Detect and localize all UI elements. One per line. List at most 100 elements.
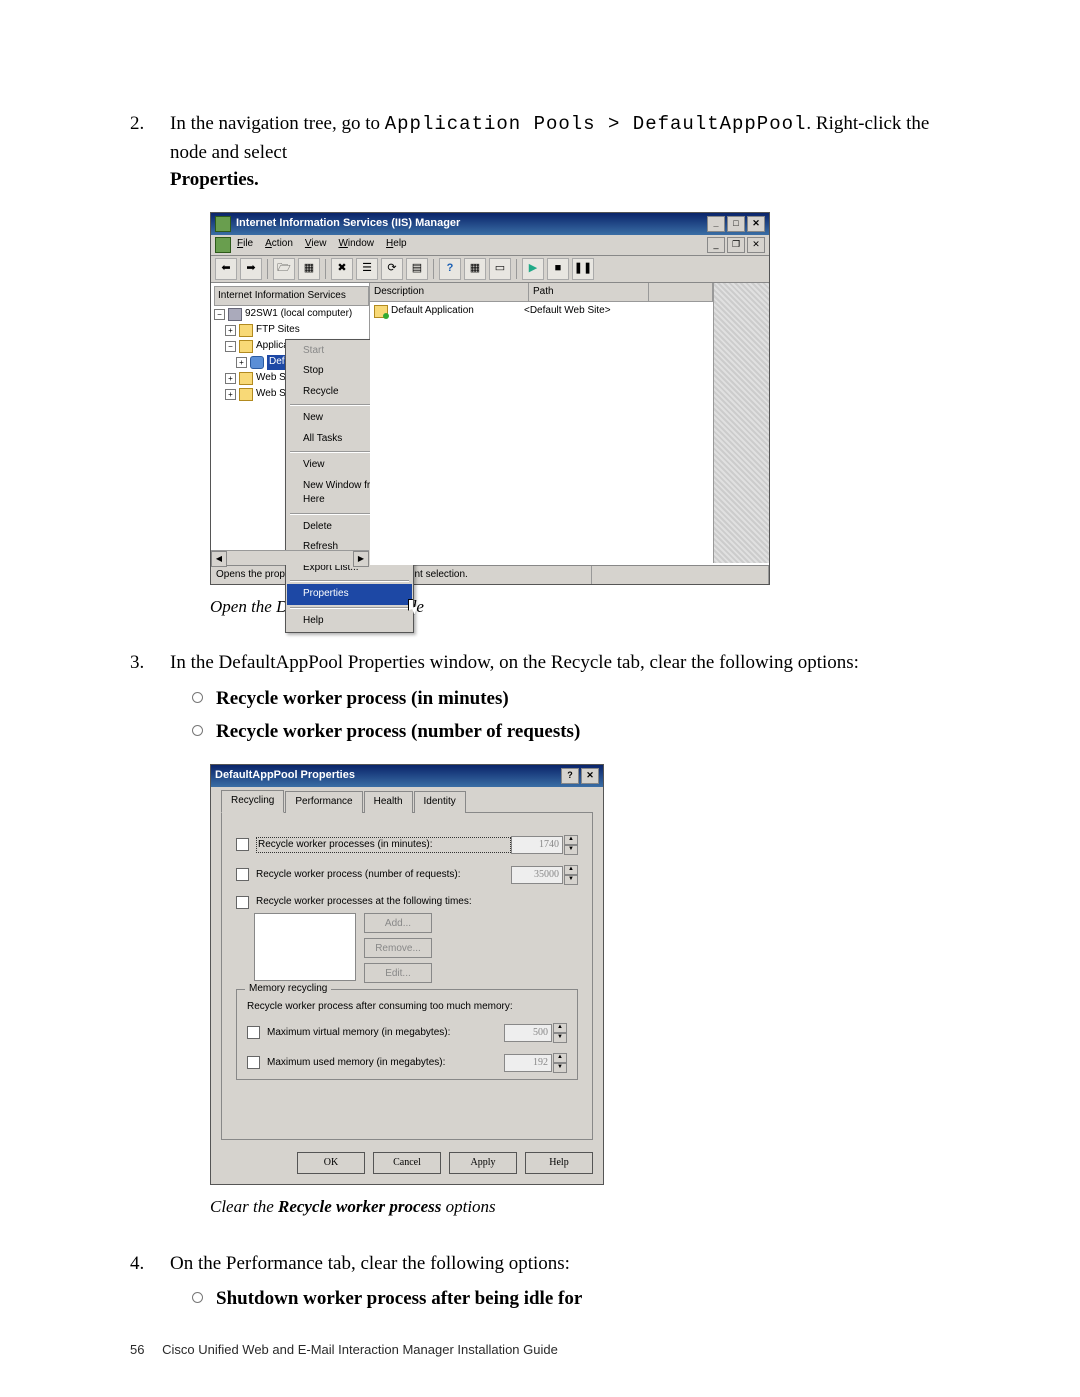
twisty-icon[interactable]: −: [225, 341, 236, 352]
step-2-bold: Properties.: [170, 169, 259, 190]
pool-icon: [250, 356, 264, 369]
forward-button[interactable]: ➡: [240, 258, 262, 280]
tab-identity[interactable]: Identity: [414, 791, 466, 813]
menu-file[interactable]: File: [237, 237, 253, 252]
tree-hscroll[interactable]: ◀▶: [211, 550, 369, 565]
spin-buttons[interactable]: ▲▼: [564, 835, 578, 855]
minimize-button[interactable]: _: [707, 216, 725, 232]
server-icon: [228, 308, 242, 321]
toolbar: ⬅ ➡ 🗁 ▦ ✖ ☰ ⟳ ▤ ? ▦ ▭ ▶ ■ ❚❚: [211, 256, 769, 283]
node-server[interactable]: 92SW1 (local computer): [245, 307, 352, 322]
col-path[interactable]: Path: [529, 283, 649, 302]
chk-recycle-minutes[interactable]: [236, 838, 249, 851]
caption-2: Clear the Recycle worker process options: [210, 1195, 950, 1220]
step-3-bullet-2: Recycle worker process (number of reques…: [216, 721, 580, 742]
folder-icon: [239, 324, 253, 337]
spin-buttons[interactable]: ▲▼: [553, 1053, 567, 1073]
iis-manager-window: Internet Information Services (IIS) Mana…: [210, 212, 770, 585]
memory-fieldset: Memory recycling Recycle worker process …: [236, 989, 578, 1080]
twisty-icon[interactable]: +: [225, 325, 236, 336]
step-4-text: On the Performance tab, clear the follow…: [170, 1253, 570, 1274]
tab-page: Recycle worker processes (in minutes): ▲…: [221, 812, 593, 1140]
help-button[interactable]: ?: [439, 258, 461, 280]
add-button: Add...: [364, 913, 432, 933]
step-2-path: Application Pools > DefaultAppPool: [385, 113, 807, 135]
chk-max-virtual[interactable]: [247, 1026, 260, 1039]
lbl-recycle-requests: Recycle worker process (number of reques…: [256, 868, 511, 883]
maximize-button[interactable]: □: [727, 216, 745, 232]
pause-button[interactable]: ❚❚: [572, 258, 594, 280]
folder-icon: [239, 388, 253, 401]
show-hide-button[interactable]: ▦: [298, 258, 320, 280]
stop-button[interactable]: ■: [547, 258, 569, 280]
iis-title: Internet Information Services (IIS) Mana…: [236, 216, 460, 232]
spin-buttons[interactable]: ▲▼: [564, 865, 578, 885]
lbl-max-virtual: Maximum virtual memory (in megabytes):: [267, 1026, 504, 1041]
lbl-max-used: Maximum used memory (in megabytes):: [267, 1056, 504, 1071]
list-row[interactable]: Default Application <Default Web Site>: [370, 302, 713, 321]
twisty-icon[interactable]: +: [225, 389, 236, 400]
settings-button[interactable]: ▭: [489, 258, 511, 280]
spin-max-used[interactable]: [504, 1054, 552, 1072]
back-button[interactable]: ⬅: [215, 258, 237, 280]
step-4-bullet-1: Shutdown worker process after being idle…: [216, 1288, 582, 1309]
ctx-help[interactable]: Help: [287, 611, 412, 632]
node-websites[interactable]: Web Si: [256, 371, 288, 386]
iis-titlebar: Internet Information Services (IIS) Mana…: [211, 213, 769, 235]
step-4: 4. On the Performance tab, clear the fol…: [130, 1250, 950, 1313]
cancel-button[interactable]: Cancel: [373, 1152, 441, 1174]
menu-help[interactable]: Help: [386, 237, 407, 252]
spin-recycle-minutes[interactable]: [511, 836, 563, 854]
memory-legend: Memory recycling: [245, 982, 331, 997]
menu-action[interactable]: Action: [265, 237, 293, 252]
resize-grip[interactable]: [713, 283, 769, 563]
chk-recycle-times[interactable]: [236, 896, 249, 909]
step-3-text: In the DefaultAppPool Properties window,…: [170, 652, 859, 673]
refresh-button[interactable]: ⟳: [381, 258, 403, 280]
dlg-close-button[interactable]: ✕: [581, 768, 599, 784]
tab-health[interactable]: Health: [364, 791, 413, 813]
menu-window[interactable]: Window: [338, 237, 374, 252]
spin-recycle-requests[interactable]: [511, 866, 563, 884]
mdi-icon: [215, 237, 231, 253]
properties-button[interactable]: ☰: [356, 258, 378, 280]
remove-button: Remove...: [364, 938, 432, 958]
chk-recycle-requests[interactable]: [236, 868, 249, 881]
tab-performance[interactable]: Performance: [285, 791, 362, 813]
twisty-icon[interactable]: +: [225, 373, 236, 384]
twisty-icon[interactable]: −: [214, 309, 225, 320]
col-description[interactable]: Description: [370, 283, 529, 302]
twisty-icon[interactable]: +: [236, 357, 247, 368]
dlg-help-button[interactable]: ?: [561, 768, 579, 784]
list-pane: Description Path Default Application <De…: [370, 283, 713, 565]
step-3-bullet-1: Recycle worker process (in minutes): [216, 688, 509, 709]
mdi-restore[interactable]: ❐: [727, 237, 745, 253]
mdi-close[interactable]: ✕: [747, 237, 765, 253]
tab-recycling[interactable]: Recycling: [221, 790, 284, 813]
iis-app-icon: [215, 216, 231, 232]
ctx-properties[interactable]: Properties: [287, 584, 412, 605]
step-2-pre: In the navigation tree, go to: [170, 113, 385, 134]
spin-max-virtual[interactable]: [504, 1024, 552, 1042]
close-button[interactable]: ✕: [747, 216, 765, 232]
play-button[interactable]: ▶: [522, 258, 544, 280]
menu-view[interactable]: View: [305, 237, 327, 252]
delete-button[interactable]: ✖: [331, 258, 353, 280]
times-listbox[interactable]: [254, 913, 356, 981]
ok-button[interactable]: OK: [297, 1152, 365, 1174]
export-button[interactable]: ▤: [406, 258, 428, 280]
mdi-minimize[interactable]: _: [707, 237, 725, 253]
page-number: 56: [130, 1342, 144, 1357]
dlg-title: DefaultAppPool Properties: [215, 768, 355, 784]
menu-bar: File Action View Window Help _ ❐ ✕: [211, 235, 769, 256]
node-ftp[interactable]: FTP Sites: [256, 323, 300, 338]
nav-tree[interactable]: Internet Information Services − 92SW1 (lo…: [211, 283, 370, 565]
help-button[interactable]: Help: [525, 1152, 593, 1174]
spin-buttons[interactable]: ▲▼: [553, 1023, 567, 1043]
footer-title: Cisco Unified Web and E-Mail Interaction…: [162, 1342, 558, 1357]
up-button[interactable]: 🗁: [273, 258, 295, 280]
tree-header: Internet Information Services: [214, 286, 369, 307]
apply-button[interactable]: Apply: [449, 1152, 517, 1174]
explorer-button[interactable]: ▦: [464, 258, 486, 280]
chk-max-used[interactable]: [247, 1056, 260, 1069]
